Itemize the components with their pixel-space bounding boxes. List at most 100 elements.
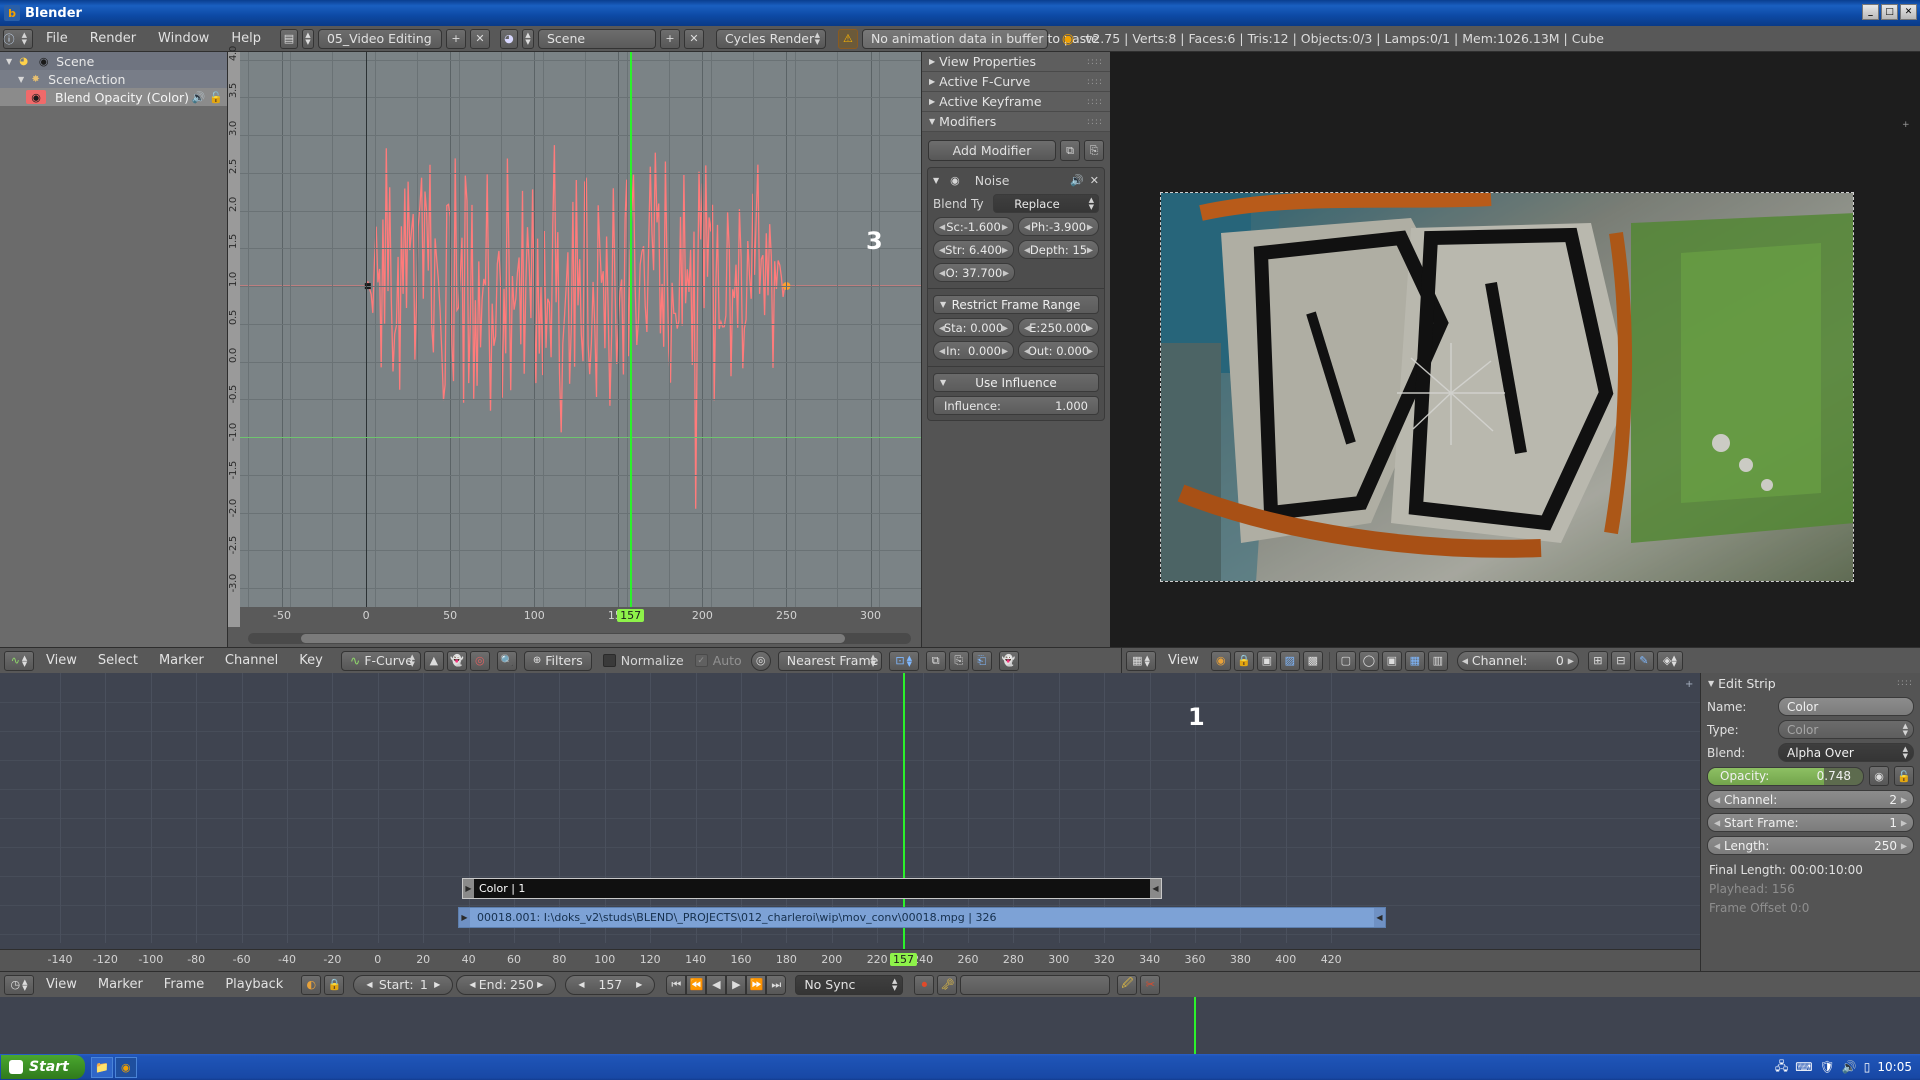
play-reverse-icon[interactable]: ◀	[706, 974, 727, 995]
graph-menu-view[interactable]: View	[37, 648, 86, 674]
proxy-icon[interactable]: ▩	[1302, 650, 1323, 671]
snap-mode-selector[interactable]: Nearest Frame ▲ ▼	[777, 650, 882, 671]
gpencil-icon[interactable]: ✎	[1633, 650, 1654, 671]
lock-icon[interactable]: 🔒	[1233, 650, 1254, 671]
grid-icon[interactable]: ▨	[1279, 650, 1300, 671]
window-controls[interactable]: _ □ ✕	[1862, 4, 1917, 20]
sequencer-region[interactable]: 1 ▶ Color | 1 ◀ ▶ 00018.001: I:\doks_v2\…	[0, 673, 1700, 971]
handles-icon[interactable]: ⊟	[1610, 650, 1631, 671]
ghost-curves-icon[interactable]: 👻	[998, 650, 1019, 671]
graph-playhead[interactable]	[630, 52, 633, 607]
add-screen-layout-button[interactable]: +	[445, 28, 466, 49]
graph-properties-region[interactable]: ▶ View Properties :::: ▶ Active F-Curve …	[921, 52, 1110, 647]
paste-icon[interactable]: ⎘	[948, 650, 969, 671]
screen-layout-name[interactable]: 05_Video Editing	[317, 28, 442, 49]
strip-blend-row[interactable]: Blend: Alpha Over ▲ ▼	[1707, 743, 1914, 762]
battery-icon[interactable]: ▯	[1864, 1060, 1871, 1074]
preview-editor-type-icon[interactable]: ▦ ▲ ▼	[1126, 650, 1156, 671]
play-icon[interactable]: ▶	[726, 974, 747, 995]
frame-start-field[interactable]: ◀ Sta: 0.000 ▶	[933, 318, 1014, 337]
use-influence-header[interactable]: ▼ Use Influence	[933, 373, 1099, 392]
next-keyframe-icon[interactable]: ⏩	[746, 974, 767, 995]
graph-x-ruler[interactable]: -50050100150200250300157	[240, 607, 921, 629]
sync-mode-selector[interactable]: No Sync ▲ ▼	[795, 974, 904, 995]
system-tray[interactable]: 🖧 ⌨ 🛡 🔊 ▯ 10:05	[1775, 1057, 1920, 1078]
shield-icon[interactable]: 🛡	[1820, 1060, 1835, 1074]
graph-mode-selector[interactable]: ∿ F-Curve ▲ ▼	[340, 650, 421, 671]
graph-menu-select[interactable]: Select	[89, 648, 147, 674]
delete-keyframe-icon[interactable]: ✂	[1140, 974, 1161, 995]
panel-view-properties[interactable]: ▶ View Properties ::::	[922, 52, 1110, 72]
graph-menu-key[interactable]: Key	[290, 648, 332, 674]
strip-opacity-row[interactable]: Opacity: 0.748 ◉ 🔓	[1707, 766, 1914, 786]
proportional-icon[interactable]: ◎	[750, 650, 771, 671]
remove-scene-button[interactable]: ✕	[683, 28, 704, 49]
speaker-icon[interactable]: 🔊	[192, 91, 206, 104]
render-engine-selector[interactable]: Cycles Render ▲ ▼	[715, 28, 826, 49]
scene-browse-icon[interactable]: ▲ ▼	[521, 28, 534, 49]
current-frame-field[interactable]: ◀ 157 ▶	[565, 974, 656, 995]
add-modifier-button[interactable]: Add Modifier	[928, 140, 1056, 161]
eye-icon[interactable]: ◉	[36, 55, 51, 68]
graph-editor-region[interactable]: 4.0 3.5 3.0 2.5 2.0 1.5 1.0 0.5 0.0 -0.5 -1.0 -1.5 -…	[228, 46, 921, 647]
unlock-icon[interactable]: 🔓	[209, 91, 223, 104]
keying-set-icon[interactable]: 🗝	[937, 974, 958, 995]
filters-button[interactable]: ⊕ Filters	[523, 650, 592, 671]
length-slider[interactable]: ◀ Length: 250 ▶	[1707, 836, 1914, 855]
timeline-menu-view[interactable]: View	[37, 972, 86, 998]
overlay-icon[interactable]: ▣	[1256, 650, 1277, 671]
blend-in-field[interactable]: ◀ In: 0.000 ▶	[933, 341, 1014, 360]
menu-file[interactable]: File	[37, 26, 77, 52]
editor-type-selector[interactable]: ⓘ ▲ ▼	[3, 28, 33, 49]
strip-blend-selector[interactable]: Alpha Over ▲ ▼	[1778, 743, 1914, 762]
panel-active-keyframe[interactable]: ▶ Active Keyframe ::::	[922, 92, 1110, 112]
paste-flipped-icon[interactable]: ⎗	[971, 650, 992, 671]
strip-length-row[interactable]: ◀ Length: 250 ▶	[1707, 836, 1914, 855]
strip-startframe-row[interactable]: ◀ Start Frame: 1 ▶	[1707, 813, 1914, 832]
blend-out-field[interactable]: ◀ Out: 0.000 ▶	[1018, 341, 1099, 360]
noise-strength-field[interactable]: ◀ Str: 6.400 ▶	[933, 240, 1014, 259]
overexposed-icon[interactable]: ▦	[1404, 650, 1425, 671]
network-icon[interactable]: 🖧	[1775, 1057, 1788, 1078]
start-button[interactable]: Start	[1, 1055, 85, 1079]
expand-triangle-icon[interactable]: ▼	[6, 57, 12, 66]
expand-triangle-icon[interactable]: ▼	[18, 75, 24, 84]
timeline-menu-frame[interactable]: Frame	[155, 972, 214, 998]
onlyselected-icon[interactable]: ◐	[301, 974, 322, 995]
zoom-icon[interactable]: ▣	[1381, 650, 1402, 671]
start-frame-field[interactable]: ◀ Start: 1 ▶	[353, 974, 454, 995]
target-icon[interactable]: ◎	[469, 650, 490, 671]
timeline-menu-playback[interactable]: Playback	[216, 972, 292, 998]
prev-keyframe-icon[interactable]: ⏪	[686, 974, 707, 995]
noise-phase-field[interactable]: ◀ Ph:-3.900 ▶	[1018, 217, 1099, 236]
insert-keyframe-icon[interactable]: 🖉	[1117, 974, 1138, 995]
draw-icon[interactable]: ◯	[1358, 650, 1379, 671]
pivot-icon[interactable]: ⊡ ▲ ▼	[888, 650, 919, 671]
sequence-strip-movie[interactable]: ▶ 00018.001: I:\doks_v2\studs\BLEND\_PRO…	[458, 907, 1386, 928]
preview-corner-handle-icon[interactable]: +	[1902, 120, 1910, 130]
copy-to-selected-icon[interactable]: ⧉	[1060, 140, 1080, 161]
scene-name[interactable]: Scene	[537, 28, 656, 49]
strip-left-handle[interactable]: ▶	[459, 908, 470, 927]
sequencer-preview-region[interactable]: +	[1110, 52, 1920, 647]
panel-edit-strip[interactable]: ▼ Edit Strip ::::	[1701, 673, 1920, 693]
keying-set-field[interactable]	[960, 974, 1111, 995]
volume-icon[interactable]: 🔊	[1842, 1060, 1857, 1074]
menu-render[interactable]: Render	[81, 26, 145, 52]
channel-row-scene[interactable]: ▼ ◕ ◉ Scene	[0, 52, 227, 70]
timeline-playhead[interactable]	[1194, 997, 1196, 1058]
graph-editor-type-icon[interactable]: ∿ ▲ ▼	[4, 650, 34, 671]
strip-right-handle[interactable]: ◀	[1150, 879, 1161, 898]
frame-end-field[interactable]: ◀ E:250.000 ▶	[1018, 318, 1099, 337]
expand-triangle-icon[interactable]: ▼	[933, 176, 939, 185]
strip-left-handle[interactable]: ▶	[463, 879, 474, 898]
sequencer-corner-handle-icon[interactable]: +	[1685, 679, 1694, 690]
normalize-checkbox[interactable]	[602, 654, 616, 667]
radio-on-icon[interactable]: ◉	[950, 174, 960, 187]
ghost-icon[interactable]: 👻	[446, 650, 467, 671]
blend-type-selector[interactable]: Replace ▲ ▼	[993, 194, 1099, 213]
close-button[interactable]: ✕	[1900, 4, 1917, 20]
scene-icon[interactable]: ◕	[499, 28, 518, 49]
channel-slider[interactable]: ◀ Channel: 2 ▶	[1707, 790, 1914, 809]
influence-field[interactable]: Influence: 1.000	[933, 396, 1099, 415]
